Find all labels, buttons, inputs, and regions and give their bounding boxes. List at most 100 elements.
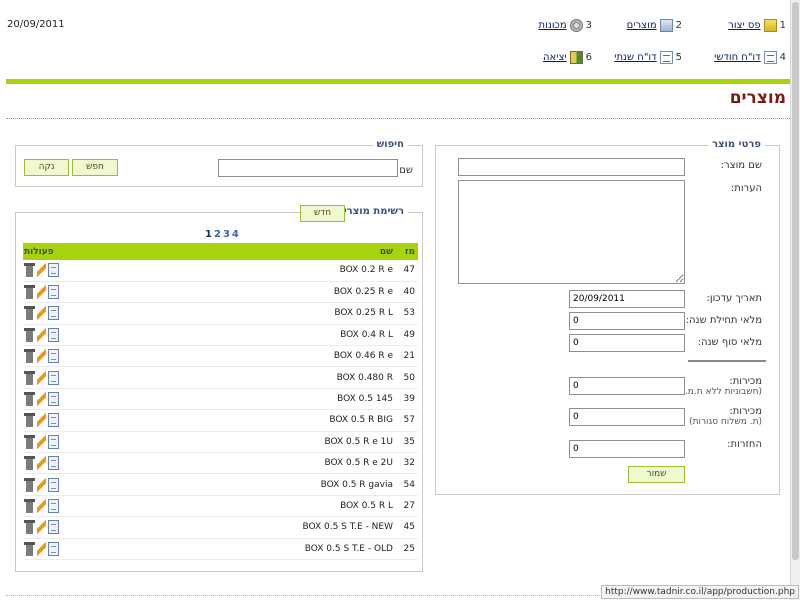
delete-icon[interactable] <box>24 456 35 471</box>
notes-textarea[interactable] <box>458 180 685 284</box>
main-navigation: 1 פס יצור 2 מוצרים 3 מכונות 4 דו"ח חודשי… <box>516 17 786 73</box>
page-link-current[interactable]: 1 <box>205 229 212 240</box>
delete-icon[interactable] <box>24 434 35 449</box>
sales-input[interactable] <box>569 377 685 395</box>
page-link[interactable]: 2 <box>214 229 221 240</box>
nav-link-production-line[interactable]: פס יצור <box>728 20 760 31</box>
view-details-icon[interactable] <box>48 498 59 513</box>
table-row[interactable]: BOX 0.46 R e 21 <box>23 345 418 368</box>
row-product-id: 27 <box>396 495 418 518</box>
nav-link-monthly-report[interactable]: דו"ח חודשי <box>714 52 761 63</box>
delete-icon[interactable] <box>24 327 35 342</box>
view-details-icon[interactable] <box>48 263 59 278</box>
view-details-icon[interactable] <box>48 541 59 556</box>
delete-icon[interactable] <box>24 370 35 385</box>
table-row[interactable]: BOX 0.4 R L 49 <box>23 324 418 347</box>
table-row[interactable]: BOX 0.5 R e 1U 35 <box>23 431 418 454</box>
delete-icon[interactable] <box>24 306 35 321</box>
delete-icon[interactable] <box>24 392 35 407</box>
nav-link-machines[interactable]: מכונות <box>539 20 567 31</box>
delete-icon[interactable] <box>24 541 35 556</box>
table-row[interactable]: BOX 0.5 S T.E - NEW 45 <box>23 516 418 539</box>
nav-item-production-line[interactable]: 1 פס יצור <box>728 17 786 33</box>
edit-pencil-icon[interactable] <box>37 520 46 535</box>
row-actions <box>23 324 65 347</box>
delete-icon[interactable] <box>24 413 35 428</box>
save-button[interactable]: שמור <box>628 466 685 483</box>
table-row[interactable]: BOX 0.5 R L 27 <box>23 495 418 518</box>
edit-pencil-icon[interactable] <box>37 477 46 492</box>
view-details-icon[interactable] <box>48 413 59 428</box>
search-button[interactable]: חפש <box>72 159 118 176</box>
year-start-stock-input[interactable] <box>569 312 685 330</box>
nav-item-exit[interactable]: 6 יציאה <box>543 49 592 65</box>
table-row[interactable]: BOX 0.5 S T.E - OLD 25 <box>23 538 418 560</box>
edit-pencil-icon[interactable] <box>37 327 46 342</box>
nav-link-yearly-report[interactable]: דו"ח שנתי <box>614 52 656 63</box>
row-actions <box>23 452 65 475</box>
scrollbar-thumb[interactable] <box>792 2 799 560</box>
row-actions <box>23 516 65 539</box>
nav-item-machines[interactable]: 3 מכונות <box>539 17 592 33</box>
delete-icon[interactable] <box>24 263 35 278</box>
view-details-icon[interactable] <box>48 327 59 342</box>
edit-pencil-icon[interactable] <box>37 541 46 556</box>
delete-icon[interactable] <box>24 285 35 300</box>
sales-label-note: (חשבוניות ללא ת.מ.) <box>681 387 762 397</box>
sales-shipping-input[interactable] <box>569 408 685 426</box>
edit-pencil-icon[interactable] <box>37 434 46 449</box>
column-header-id[interactable]: מז <box>396 243 418 260</box>
view-details-icon[interactable] <box>48 349 59 364</box>
edit-pencil-icon[interactable] <box>37 263 46 278</box>
year-end-stock-input[interactable] <box>569 334 685 352</box>
nav-link-products[interactable]: מוצרים <box>627 20 657 31</box>
edit-pencil-icon[interactable] <box>37 370 46 385</box>
table-row[interactable]: BOX 0.5 R e 2U 32 <box>23 452 418 475</box>
edit-pencil-icon[interactable] <box>37 413 46 428</box>
nav-item-yearly-report[interactable]: 5 דו"ח שנתי <box>614 49 682 65</box>
edit-pencil-icon[interactable] <box>37 349 46 364</box>
update-date-input[interactable] <box>569 290 685 308</box>
nav-link-exit[interactable]: יציאה <box>543 52 567 63</box>
nav-item-products[interactable]: 2 מוצרים <box>627 17 682 33</box>
nav-number: 6 <box>585 51 592 63</box>
edit-pencil-icon[interactable] <box>37 392 46 407</box>
page-link[interactable]: 3 <box>223 229 230 240</box>
view-details-icon[interactable] <box>48 306 59 321</box>
delete-icon[interactable] <box>24 520 35 535</box>
search-name-input[interactable] <box>218 159 398 177</box>
vertical-scrollbar[interactable] <box>790 0 800 600</box>
product-details-legend: פרטי מוצר <box>707 139 765 150</box>
new-product-button[interactable]: חדש <box>300 205 345 222</box>
product-name-input[interactable] <box>458 158 685 176</box>
table-row[interactable]: BOX 0.5 R BIG 57 <box>23 409 418 432</box>
view-details-icon[interactable] <box>48 434 59 449</box>
view-details-icon[interactable] <box>48 370 59 385</box>
page-link[interactable]: 4 <box>232 229 239 240</box>
edit-pencil-icon[interactable] <box>37 456 46 471</box>
returns-input[interactable] <box>569 440 685 458</box>
row-actions <box>23 388 65 411</box>
table-row[interactable]: BOX 0.2 R e 47 <box>23 260 418 282</box>
row-product-name: BOX 0.46 R e <box>65 345 396 368</box>
table-row[interactable]: BOX 0.25 R e 40 <box>23 281 418 304</box>
view-details-icon[interactable] <box>48 520 59 535</box>
delete-icon[interactable] <box>24 477 35 492</box>
delete-icon[interactable] <box>24 349 35 364</box>
edit-pencil-icon[interactable] <box>37 306 46 321</box>
edit-pencil-icon[interactable] <box>37 285 46 300</box>
header-divider <box>6 79 794 84</box>
delete-icon[interactable] <box>24 498 35 513</box>
view-details-icon[interactable] <box>48 392 59 407</box>
view-details-icon[interactable] <box>48 477 59 492</box>
view-details-icon[interactable] <box>48 456 59 471</box>
nav-item-monthly-report[interactable]: 4 דו"ח חודשי <box>714 49 786 65</box>
table-row[interactable]: BOX 0.480 R 50 <box>23 366 418 389</box>
column-header-name[interactable]: שם <box>65 243 396 260</box>
table-row[interactable]: BOX 0.25 R L 53 <box>23 302 418 325</box>
table-row[interactable]: BOX 0.5 145 39 <box>23 388 418 411</box>
view-details-icon[interactable] <box>48 285 59 300</box>
clear-button[interactable]: נקה <box>24 159 69 176</box>
table-row[interactable]: BOX 0.5 R gavia 54 <box>23 473 418 496</box>
edit-pencil-icon[interactable] <box>37 498 46 513</box>
